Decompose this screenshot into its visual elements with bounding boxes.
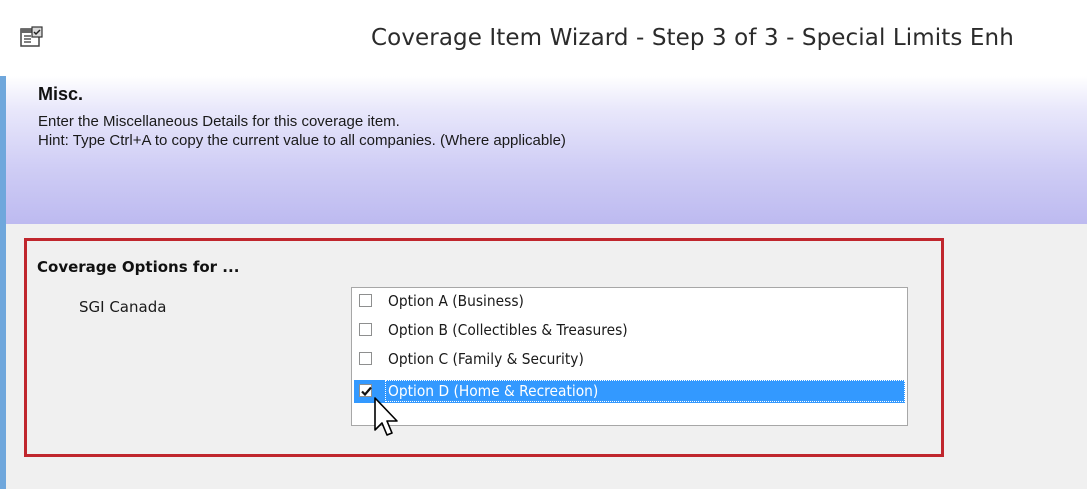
option-d-checkbox[interactable] — [359, 384, 372, 397]
page-hint: Hint: Type Ctrl+A to copy the current va… — [38, 132, 566, 149]
window-title: Coverage Item Wizard - Step 3 of 3 - Spe… — [371, 25, 1014, 51]
properties-icon[interactable] — [20, 26, 44, 48]
company-label: SGI Canada — [79, 298, 167, 316]
list-item-option-a[interactable]: Option A (Business) — [354, 290, 905, 313]
option-c-label: Option C (Family & Security) — [388, 350, 584, 368]
option-a-checkbox[interactable] — [359, 294, 372, 307]
coverage-options-heading: Coverage Options for ... — [37, 258, 240, 276]
option-c-checkbox[interactable] — [359, 352, 372, 365]
list-item-option-d[interactable]: Option D (Home & Recreation) — [354, 380, 905, 403]
option-b-checkbox[interactable] — [359, 323, 372, 336]
wizard-header — [6, 76, 1087, 224]
mouse-pointer-icon — [372, 396, 402, 438]
list-item-option-c[interactable]: Option C (Family & Security) — [354, 348, 905, 371]
list-item-option-b[interactable]: Option B (Collectibles & Treasures) — [354, 319, 905, 342]
coverage-options-listbox[interactable]: Option A (Business) Option B (Collectibl… — [351, 287, 908, 426]
page-title: Misc. — [38, 84, 84, 104]
option-d-label: Option D (Home & Recreation) — [388, 382, 599, 400]
page-description: Enter the Miscellaneous Details for this… — [38, 113, 400, 130]
option-b-label: Option B (Collectibles & Treasures) — [388, 321, 628, 339]
option-a-label: Option A (Business) — [388, 292, 524, 310]
wizard-window: Coverage Item Wizard - Step 3 of 3 - Spe… — [0, 0, 1087, 489]
title-bar[interactable]: Coverage Item Wizard - Step 3 of 3 - Spe… — [0, 0, 1087, 76]
